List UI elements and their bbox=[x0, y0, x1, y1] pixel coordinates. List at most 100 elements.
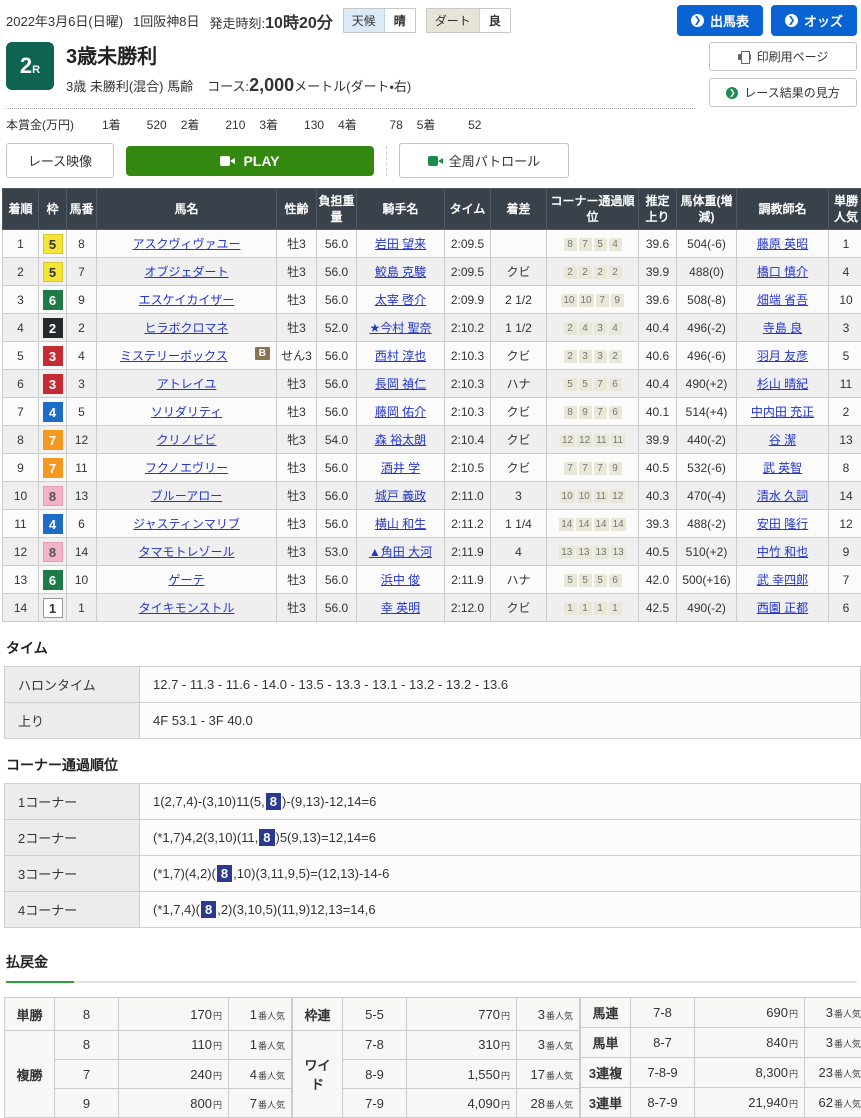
trainer-link[interactable]: 安田 隆行 bbox=[757, 517, 808, 531]
trainer-link[interactable]: 谷 潔 bbox=[769, 433, 796, 447]
horse-name-cell: ブルーアロー bbox=[97, 482, 277, 510]
jockey-link[interactable]: ★今村 聖奈 bbox=[369, 321, 431, 335]
win-popularity: 6 bbox=[829, 594, 861, 622]
horse-link[interactable]: タイキモンストル bbox=[139, 601, 235, 615]
jockey-cell: 幸 英明 bbox=[357, 594, 445, 622]
yen-unit: 円 bbox=[213, 1041, 222, 1051]
waku-badge: 6 bbox=[43, 570, 63, 590]
race-datetime-info: 2022年3月6日(日曜) 1回阪神8日 発走時刻:10時20分 天候 晴 ダー… bbox=[6, 5, 511, 33]
margin: クビ bbox=[491, 454, 547, 482]
trainer-link[interactable]: 武 幸四郎 bbox=[757, 573, 808, 587]
jockey-link[interactable]: 幸 英明 bbox=[381, 601, 420, 615]
column-header: 枠 bbox=[39, 189, 67, 230]
jockey-link[interactable]: 長岡 禎仁 bbox=[375, 377, 426, 391]
corner-position: 13 bbox=[611, 546, 626, 559]
corner-row-value: (*1,7)4,2(3,10)(11,8)5(9,13)=12,14=6 bbox=[140, 820, 861, 856]
finish-position: 14 bbox=[3, 594, 39, 622]
jockey-link[interactable]: 横山 和生 bbox=[375, 517, 426, 531]
entries-button[interactable]: ❯ 出馬表 bbox=[677, 5, 763, 36]
corner-position: 14 bbox=[559, 518, 574, 531]
waku-badge: 7 bbox=[43, 430, 63, 450]
start-time-block: 発走時刻:10時20分 bbox=[210, 9, 333, 33]
payout-type-label: 枠連 bbox=[293, 998, 343, 1030]
trainer-link[interactable]: 橋口 慎介 bbox=[757, 265, 808, 279]
patrol-video-button[interactable]: 全周パトロール bbox=[399, 143, 569, 178]
corner-position: 14 bbox=[576, 518, 591, 531]
horse-link[interactable]: アトレイユ bbox=[157, 377, 217, 391]
corner-passing-table: 1コーナー1(2,7,4)-(3,10)11(5,8)-(9,13)-12,14… bbox=[4, 783, 861, 928]
payout-amount: 840円 bbox=[695, 1028, 805, 1058]
horse-link[interactable]: ゲーテ bbox=[168, 573, 204, 587]
horse-number: 2 bbox=[67, 314, 97, 342]
jockey-link[interactable]: ▲角田 大河 bbox=[369, 545, 432, 559]
entries-button-label: 出馬表 bbox=[710, 11, 749, 30]
corner-position: 8 bbox=[564, 238, 577, 251]
horse-link[interactable]: ミステリーボックス bbox=[120, 349, 228, 363]
trainer-link[interactable]: 中竹 和也 bbox=[757, 545, 808, 559]
race-info: 3歳未勝利 3歳 未勝利(混合) 馬齢 コース:2,000メートル(ダート・右) bbox=[66, 40, 411, 96]
horse-link[interactable]: アスクヴィヴァユー bbox=[132, 237, 240, 251]
jockey-link[interactable]: 城戸 義政 bbox=[375, 489, 426, 503]
horse-link[interactable]: ジャスティンマリブ bbox=[133, 517, 240, 531]
trainer-link[interactable]: 武 英智 bbox=[763, 461, 802, 475]
finish-time: 2:12.0 bbox=[445, 594, 491, 622]
trainer-link[interactable]: 藤原 英昭 bbox=[757, 237, 808, 251]
jockey-link[interactable]: 酒井 学 bbox=[381, 461, 420, 475]
carried-weight: 56.0 bbox=[317, 398, 357, 426]
trainer-link[interactable]: 杉山 晴紀 bbox=[757, 377, 808, 391]
trainer-link[interactable]: 中内田 充正 bbox=[751, 405, 814, 419]
horse-link[interactable]: エスケイカイザー bbox=[139, 293, 235, 307]
win-popularity: 13 bbox=[829, 426, 861, 454]
race-result-page: 2022年3月6日(日曜) 1回阪神8日 発走時刻:10時20分 天候 晴 ダー… bbox=[0, 0, 861, 1118]
horse-weight: 504(-6) bbox=[677, 230, 737, 258]
horse-number: 3 bbox=[67, 370, 97, 398]
jockey-link[interactable]: 森 裕太朗 bbox=[375, 433, 426, 447]
trainer-link[interactable]: 西園 正都 bbox=[757, 601, 808, 615]
popularity-unit: 番人気 bbox=[834, 1069, 861, 1079]
win-popularity: 2 bbox=[829, 398, 861, 426]
payout-popularity: 23番人気 bbox=[805, 1058, 861, 1088]
printer-icon bbox=[738, 51, 751, 63]
jockey-link[interactable]: 西村 淳也 bbox=[375, 349, 426, 363]
horse-link[interactable]: オブジェダート bbox=[144, 265, 228, 279]
trainer-link[interactable]: 寺島 良 bbox=[763, 321, 802, 335]
jockey-link[interactable]: 浜中 俊 bbox=[381, 573, 420, 587]
corner-position: 3 bbox=[579, 350, 592, 363]
prize-place-label: 2着 bbox=[181, 118, 200, 132]
payout-table: 馬連7-8690円3番人気馬単8-7840円3番人気3連複7-8-98,300円… bbox=[580, 997, 861, 1118]
course-distance: 2,000 bbox=[249, 75, 294, 95]
results-table: 着順枠馬番馬名性齢負担重量騎手名タイム着差コーナー通過順位推定上り馬体重(増減)… bbox=[2, 188, 861, 622]
horse-link[interactable]: ソリダリティ bbox=[151, 405, 222, 419]
prize-place-label: 4着 bbox=[338, 118, 357, 132]
jockey-link[interactable]: 太宰 啓介 bbox=[375, 293, 426, 307]
print-button[interactable]: 印刷用ページ bbox=[709, 42, 857, 71]
payout-combination: 5-5 bbox=[343, 998, 407, 1030]
horse-link[interactable]: ブルーアロー bbox=[151, 489, 223, 503]
corner-position: 5 bbox=[564, 574, 577, 587]
finish-position: 10 bbox=[3, 482, 39, 510]
finish-position: 5 bbox=[3, 342, 39, 370]
jockey-link[interactable]: 藤岡 佑介 bbox=[375, 405, 426, 419]
horse-link[interactable]: フクノエヴリー bbox=[145, 461, 228, 475]
column-header: 着順 bbox=[3, 189, 39, 230]
horse-link[interactable]: クリノビビ bbox=[156, 433, 216, 447]
margin: 3 bbox=[491, 482, 547, 510]
arrow-circle-icon: ❯ bbox=[691, 14, 704, 27]
trainer-link[interactable]: 畑端 省吾 bbox=[757, 293, 808, 307]
odds-button[interactable]: ❯ オッズ bbox=[771, 5, 857, 36]
jockey-link[interactable]: 鮫島 克駿 bbox=[375, 265, 426, 279]
payout-table: 枠連5-5770円3番人気ワイド7-8310円3番人気8-91,550円17番人… bbox=[292, 997, 580, 1118]
prize-place-label: 5着 bbox=[417, 118, 436, 132]
corner-position: 8 bbox=[564, 406, 577, 419]
track-condition-badge: ダート 良 bbox=[426, 8, 511, 33]
trainer-link[interactable]: 羽月 友彦 bbox=[757, 349, 808, 363]
play-button[interactable]: PLAY bbox=[126, 146, 374, 176]
horse-name-cell: タイキモンストル bbox=[97, 594, 277, 622]
trainer-link[interactable]: 清水 久詞 bbox=[757, 489, 808, 503]
horse-link[interactable]: ヒラボクロマネ bbox=[144, 321, 228, 335]
jockey-link[interactable]: 岩田 望来 bbox=[375, 237, 426, 251]
carried-weight: 53.0 bbox=[317, 538, 357, 566]
horse-weight: 508(-8) bbox=[677, 286, 737, 314]
horse-link[interactable]: タマモトレゾール bbox=[138, 545, 234, 559]
result-guide-button[interactable]: ❯ レース結果の見方 bbox=[709, 78, 857, 107]
